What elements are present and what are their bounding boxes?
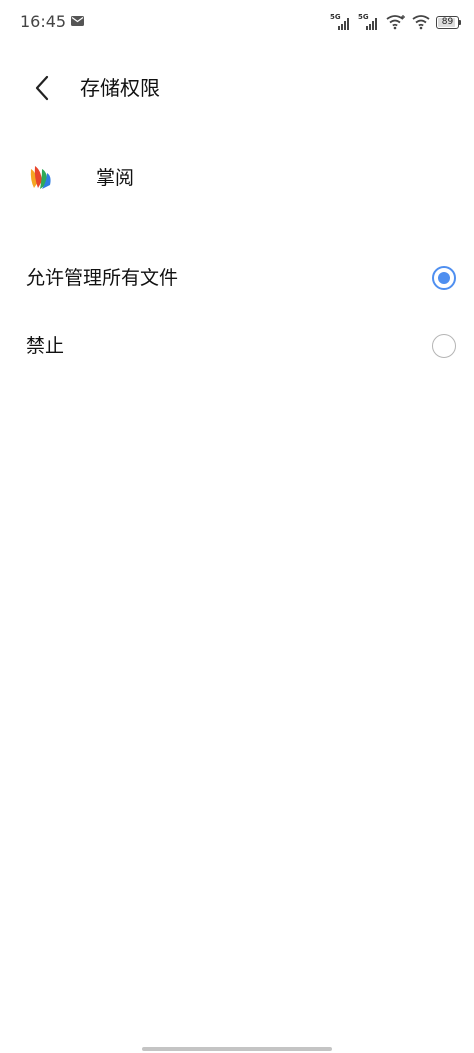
wifi-icon — [386, 15, 405, 30]
mail-icon — [71, 16, 84, 26]
radio-button-unselected[interactable] — [432, 334, 456, 358]
option-deny[interactable]: 禁止 — [0, 316, 474, 376]
back-button[interactable] — [26, 72, 58, 104]
option-label: 禁止 — [26, 335, 65, 357]
signal-icon-2: 5G — [358, 13, 380, 31]
wifi-icon-2 — [412, 15, 430, 30]
option-label: 允许管理所有文件 — [26, 267, 179, 289]
option-allow-all-files[interactable]: 允许管理所有文件 — [0, 248, 474, 308]
status-icons: 5G 5G 89 — [330, 12, 462, 32]
battery-icon: 89 — [436, 15, 462, 29]
battery-level: 89 — [441, 16, 454, 27]
zhangyue-app-icon — [25, 160, 59, 194]
home-indicator[interactable] — [142, 1047, 332, 1051]
status-time: 16:45 — [20, 12, 67, 31]
radio-button-selected[interactable] — [432, 266, 456, 290]
app-name: 掌阅 — [96, 167, 135, 189]
chevron-left-icon — [35, 75, 49, 101]
app-info-row: 掌阅 — [0, 154, 474, 204]
signal-icon: 5G — [330, 13, 352, 31]
page-title: 存储权限 — [80, 76, 160, 100]
header: 存储权限 — [0, 64, 474, 112]
status-bar: 16:45 5G 5G 89 — [0, 0, 474, 44]
